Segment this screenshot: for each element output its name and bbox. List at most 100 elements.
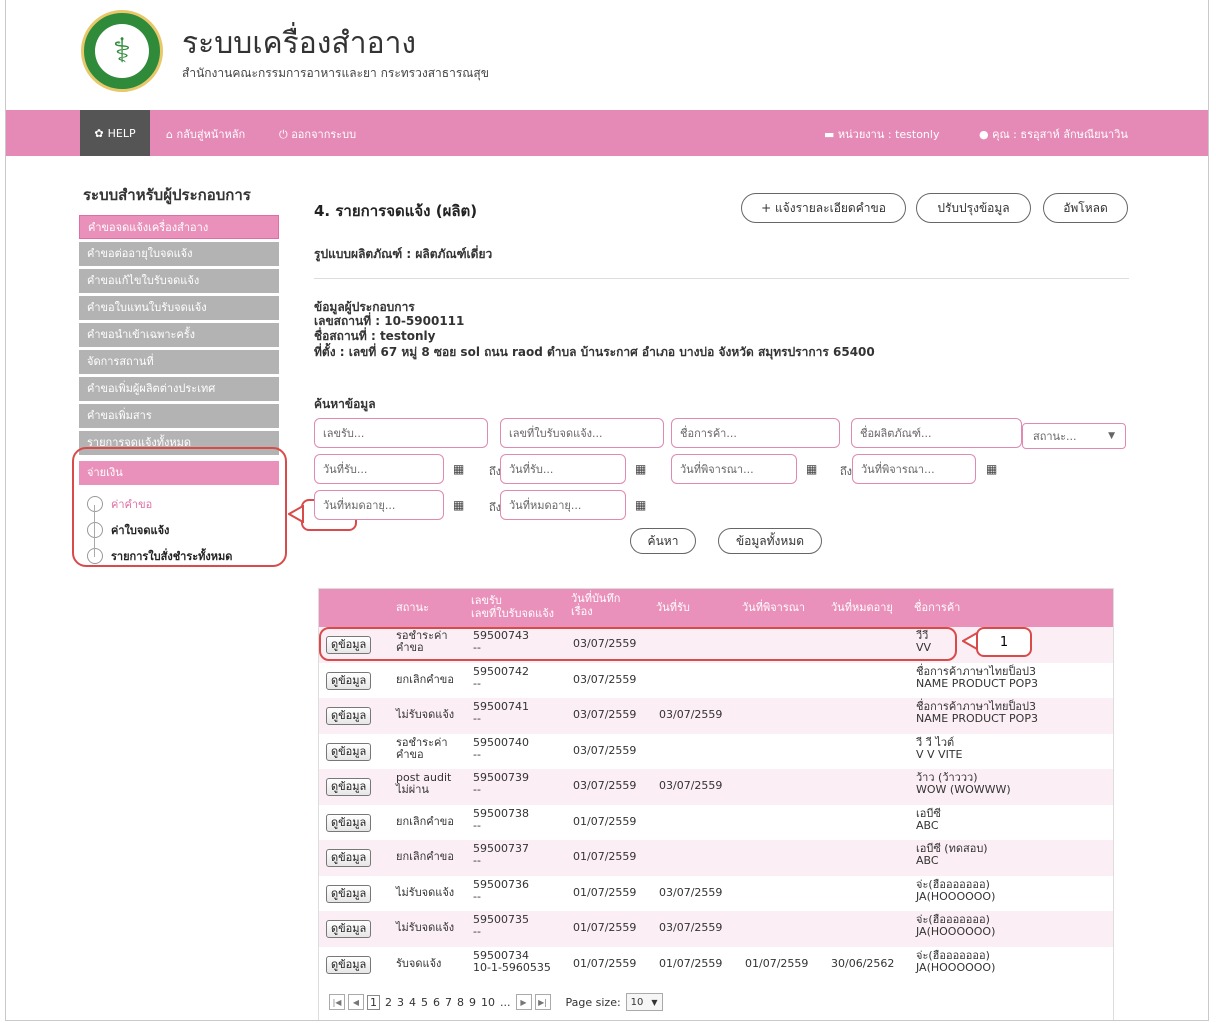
page-link[interactable]: 7 [445,996,452,1009]
unit-info: ▬ หน่วยงาน : testonly [824,125,939,143]
logout-link[interactable]: ⏻ ออกจากระบบ [279,125,356,143]
page-size-select[interactable]: 10 ▼ [625,993,663,1011]
view-details-button[interactable]: ดูข้อมูล [326,671,372,690]
page-link[interactable]: 4 [409,996,416,1009]
received-date: 01/07/2559 [659,956,723,970]
table-row: ดูข้อมูล post audit ไม่ผ่าน 59500739 -- 03/07… [319,769,1113,805]
page-link[interactable]: 5 [421,996,428,1009]
add-request-button[interactable]: + แจ้งรายละเอียดคำขอ [741,193,906,223]
sidebar-item-replacement[interactable]: คำขอใบแทนใบรับจดแจ้ง [79,296,279,320]
receipt-number: 59500738 [473,806,529,820]
sidebar-item-renewal[interactable]: คำขอต่ออายุใบจดแจ้ง [79,242,279,266]
recorded-date: 03/07/2559 [573,779,637,792]
trade-name-en: ABC [916,818,939,832]
notify-number: -- [473,747,481,761]
help-label: HELP [107,126,136,140]
trade-name-en: NAME PRODUCT POP3 [916,676,1038,690]
col-subject[interactable]: เรื่อง [571,606,593,618]
app-frame: ⚕ ระบบเครื่องสำอาง สำนักงานคณะกรรมการอาห… [5,0,1209,1021]
view-details-button[interactable]: ดูข้อมูล [326,778,372,796]
home-link[interactable]: ⌂ กลับสู่หน้าหลัก [166,125,245,143]
upload-button[interactable]: อัพโหลด [1043,193,1128,223]
date-considered-to-input[interactable]: วันที่พิจารณา... [852,454,976,484]
annotation-pointer-1 [962,632,978,650]
view-details-button[interactable]: ดูข้อมูล [326,849,372,867]
trade-name-th: เอบีซี [916,806,941,820]
view-details-button[interactable]: ดูข้อมูล [326,884,372,903]
col-received[interactable]: วันที่รับ [656,602,690,614]
sidebar-item-amend[interactable]: คำขอแก้ไขใบรับจดแจ้ง [79,269,279,293]
view-details-button[interactable]: ดูข้อมูล [326,813,372,832]
search-button[interactable]: ค้นหา [630,528,696,554]
calendar-icon[interactable]: ▦ [453,462,464,476]
page-link[interactable]: 3 [397,996,404,1009]
table-row: ดูข้อมูล ยกเลิกคำขอ 59500738 -- 01/07/2559 เอ… [319,805,1113,841]
logout-label: ออกจากระบบ [291,128,357,141]
page-link[interactable]: ... [500,996,511,1009]
trade-name-en: WOW (WOWWW) [916,783,1011,796]
notify-no-input[interactable]: เลขที่ใบรับจดแจ้ง... [500,418,664,448]
table-row: ดูข้อมูล ยกเลิกคำขอ 59500737 -- 01/07/2559 เอ… [319,840,1113,876]
col-considered[interactable]: วันที่พิจารณา [742,602,805,614]
page-title: 4. รายการจดแจ้ง (ผลิต) [314,202,478,220]
annotation-highlight-2 [72,447,287,567]
divider [314,278,1129,279]
sidebar-item-import[interactable]: คำขอนำเข้าเฉพาะครั้ง [79,323,279,347]
receipt-no-input[interactable]: เลขรับ... [314,418,488,448]
sidebar-item-foreign-producer[interactable]: คำขอเพิ่มผู้ผลิตต่างประเทศ [79,377,279,401]
site-title: ระบบเครื่องสำอาง [182,26,417,61]
update-data-button[interactable]: ปรับปรุงข้อมูล [916,193,1031,223]
sidebar-item-cosmetic-request[interactable]: คำขอจดแจ้งเครื่องสำอาง [79,215,279,239]
view-details-button[interactable]: ดูข้อมูล [326,742,372,761]
show-all-button[interactable]: ข้อมูลทั้งหมด [718,528,822,554]
date-received-from-input[interactable]: วันที่รับ... [314,454,444,484]
page-link[interactable]: 9 [469,996,476,1009]
dropdown-arrow-icon: ▼ [1108,431,1115,441]
calendar-icon[interactable]: ▦ [635,462,646,476]
last-page-icon[interactable]: ▶| [534,994,551,1010]
status-select[interactable]: สถานะ... ▼ [1022,423,1126,449]
date-expiry-to-input[interactable]: วันที่หมดอายุ... [500,490,626,520]
page-link[interactable]: 2 [385,996,392,1009]
page-link[interactable]: 8 [457,996,464,1009]
received-date: 03/07/2559 [659,708,723,721]
col-status[interactable]: สถานะ [396,602,429,614]
next-page-icon[interactable]: ▶ [515,994,532,1010]
first-page-icon[interactable]: |◀ [329,994,345,1010]
calendar-icon[interactable]: ▦ [806,462,817,476]
date-considered-from-input[interactable]: วันที่พิจารณา... [671,454,797,484]
page-link[interactable]: 6 [433,996,440,1009]
expiry-date: 30/06/2562 [831,956,895,970]
notify-number: 10-1-5960535 [473,960,551,974]
view-details-button[interactable]: ดูข้อมูล [326,707,372,725]
view-details-button[interactable]: ดูข้อมูล [326,920,372,938]
col-notify-no[interactable]: เลขที่ใบรับจดแจ้ง [471,608,554,620]
notify-number: -- [473,854,481,867]
col-receipt-no[interactable]: เลขรับ [471,595,502,607]
calendar-icon[interactable]: ▦ [635,498,646,512]
status-text: ไม่รับจดแจ้ง [396,885,455,899]
notify-number: -- [473,889,481,903]
sidebar-item-location[interactable]: จัดการสถานที่ [79,350,279,374]
date-expiry-from-input[interactable]: วันที่หมดอายุ... [314,490,444,520]
product-name-input[interactable]: ชื่อผลิตภัณฑ์... [851,418,1022,448]
col-recorded[interactable]: วันที่บันทึก [571,593,620,605]
date-received-to-input[interactable]: วันที่รับ... [500,454,626,484]
page-link[interactable]: 1 [367,994,380,1010]
table-row: ดูข้อมูล รอชำระค่า คำขอ 59500740 -- 03/07/255… [319,734,1113,770]
receipt-number: 59500740 [473,735,529,749]
received-date: 03/07/2559 [659,921,723,934]
view-details-button[interactable]: ดูข้อมูล [326,955,372,974]
top-navbar: ✿ HELP ⌂ กลับสู่หน้าหลัก ⏻ ออกจากระบบ ▬ … [6,110,1208,156]
col-trade-name[interactable]: ชื่อการค้า [914,602,960,614]
page-link[interactable]: 10 [481,996,495,1009]
trade-name-input[interactable]: ชื่อการค้า... [671,418,840,448]
prev-page-icon[interactable]: ◀ [348,994,364,1010]
help-button[interactable]: ✿ HELP [80,110,150,156]
calendar-icon[interactable]: ▦ [453,498,464,512]
col-expiry[interactable]: วันที่หมดอายุ [831,602,893,614]
sidebar-item-add-substance[interactable]: คำขอเพิ่มสาร [79,404,279,428]
recorded-date: 03/07/2559 [573,743,637,757]
table-row: ดูข้อมูล ไม่รับจดแจ้ง 59500735 -- 01/07/2559… [319,911,1113,947]
calendar-icon[interactable]: ▦ [986,462,997,476]
